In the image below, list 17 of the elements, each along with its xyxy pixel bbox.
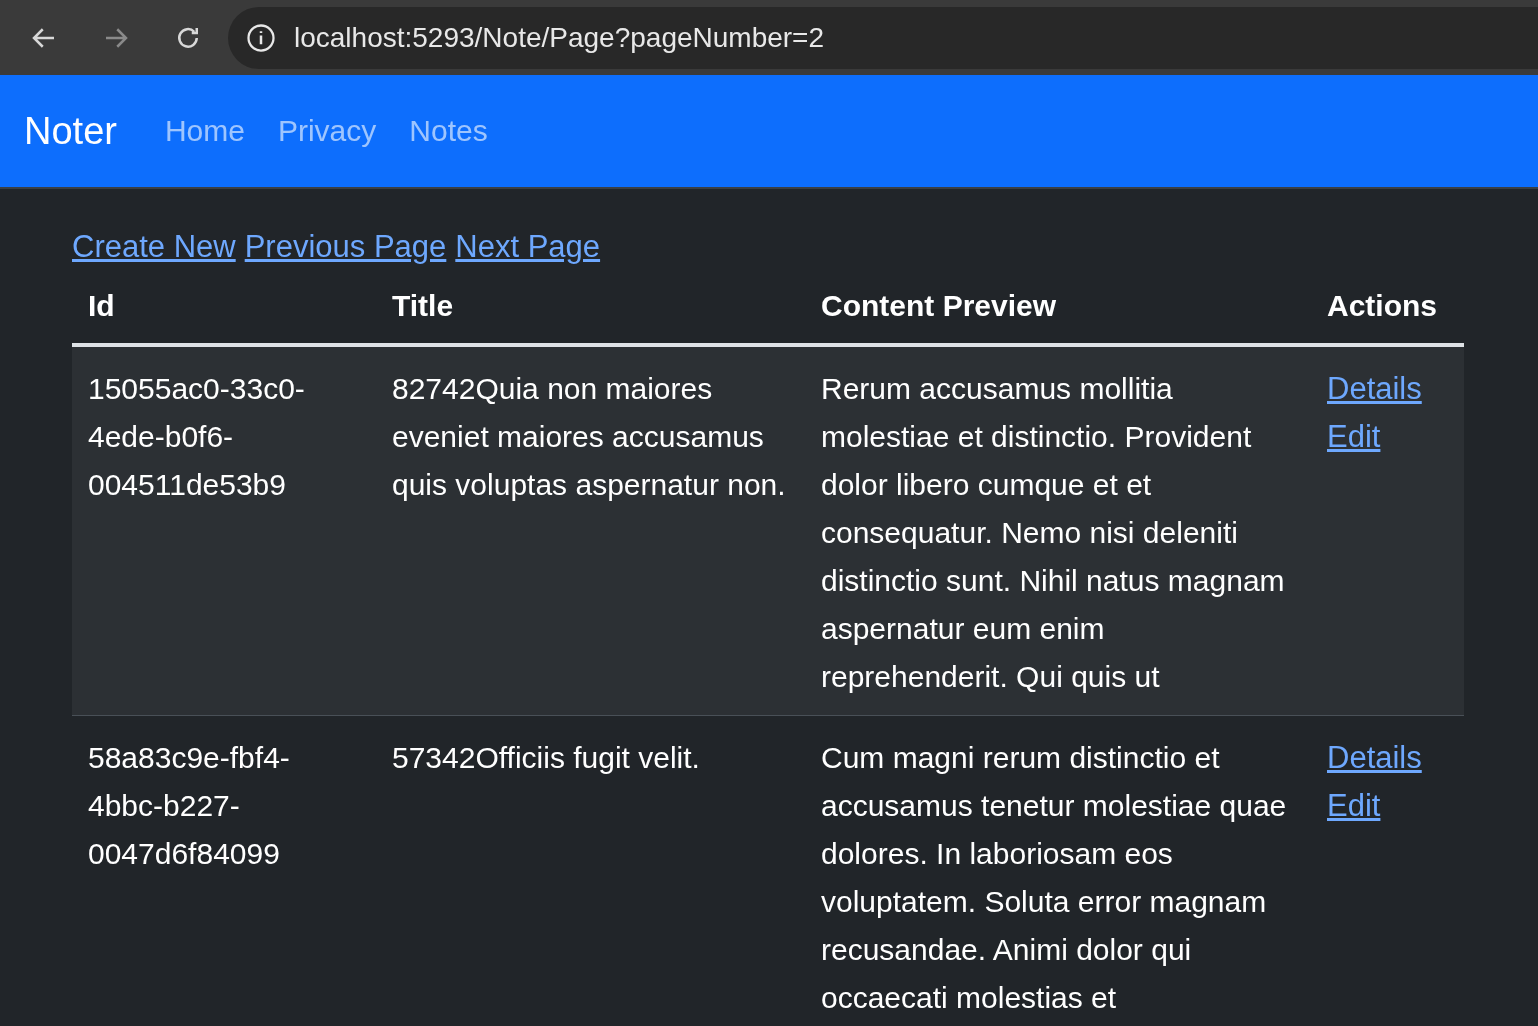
info-icon[interactable] <box>246 22 276 53</box>
table-cell: Rerum accusamus mollitia molestiae et distinctio. Provident dolor libero cumque et et consequatur. Nemo nisi deleniti distinctio sunt. Nihil natus magnam aspernatur eum enim reprehenderit. Qui quis ut <box>805 345 1311 716</box>
page-link[interactable]: Create New <box>72 229 236 265</box>
brand-link[interactable]: Noter <box>24 109 117 153</box>
address-bar[interactable]: localhost:5293/Note/Page?pageNumber=2 <box>228 6 1538 69</box>
page-link[interactable]: Previous Page <box>244 229 447 265</box>
url-text: localhost:5293/Note/Page?pageNumber=2 <box>294 21 825 54</box>
row-link[interactable]: Details <box>1327 734 1422 782</box>
table-cell: 57342Officiis fugit velit. <box>376 715 805 1026</box>
row-link[interactable]: Edit <box>1327 413 1381 461</box>
row-link[interactable]: Details <box>1327 365 1422 413</box>
table-cell: 82742Quia non maiores eveniet maiores accusamus quis voluptas aspernatur non. <box>376 345 805 716</box>
table-cell: 15055ac0-33c0-4ede-b0f6-004511de53b9 <box>72 345 376 716</box>
table-cell: 58a83c9e-fbf4-4bbc-b227-0047d6f84099 <box>72 715 376 1026</box>
row-link[interactable]: Edit <box>1327 782 1381 830</box>
page-link[interactable]: Next Page <box>455 229 601 265</box>
table-cell: Cum magni rerum distinctio et accusamus tenetur molestiae quae dolores. In laboriosam eos voluptatem. Soluta error magnam recusandae. Animi dolor qui occaecati molestias et <box>805 715 1311 1026</box>
